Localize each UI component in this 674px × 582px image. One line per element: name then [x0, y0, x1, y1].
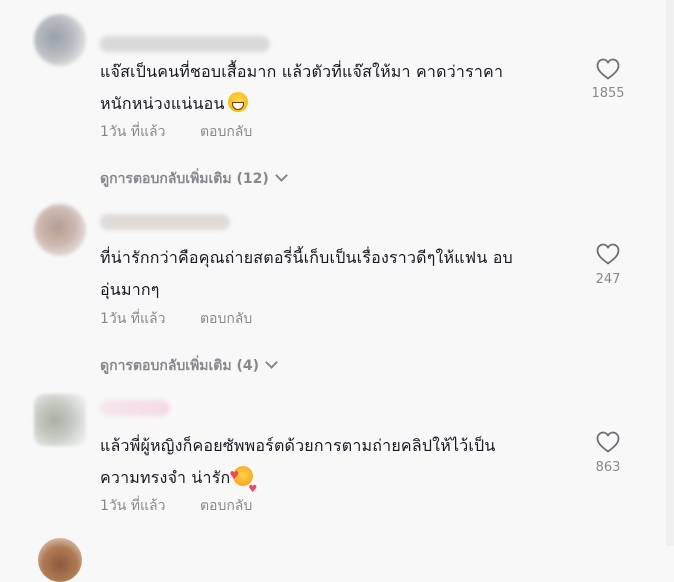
- comment-text-line1: ที่น่ารักกว่าคือคุณถ่ายสตอรี่นี้เก็บเป็น…: [100, 248, 513, 267]
- heart-outline-icon[interactable]: [596, 243, 620, 265]
- chevron-down-icon[interactable]: [274, 169, 288, 182]
- comment-time: 1วัน ที่แล้ว: [100, 124, 166, 140]
- heart-outline-icon[interactable]: [596, 431, 620, 453]
- username-blurred[interactable]: [100, 400, 170, 416]
- avatar-next-comment[interactable]: [38, 538, 82, 582]
- like-button[interactable]: 863: [584, 431, 632, 475]
- reply-button[interactable]: ตอบกลับ: [200, 496, 252, 516]
- avatar[interactable]: [34, 204, 86, 256]
- comment-meta: 1วัน ที่แล้ว ตอบกลับ: [100, 122, 252, 142]
- grinning-face-emoji-icon: [227, 92, 248, 112]
- comment-text: แล้วพี่ผู้หญิงก็คอยซัพพอร์ตด้วยการตามถ่า…: [100, 430, 580, 506]
- like-count: 1855: [591, 86, 625, 101]
- username-blurred[interactable]: [100, 36, 270, 52]
- heart-outline-icon[interactable]: [596, 58, 620, 80]
- view-more-replies-label[interactable]: ดูการตอบกลับเพิ่มเติม (12): [100, 171, 269, 187]
- avatar[interactable]: [34, 394, 86, 446]
- comment-time: 1วัน ที่แล้ว: [100, 311, 166, 327]
- avatar[interactable]: [34, 14, 86, 66]
- comment-text-line2: อุ่นมากๆ: [100, 280, 160, 299]
- comment-time: 1วัน ที่แล้ว: [100, 498, 166, 514]
- view-more-replies-button[interactable]: ดูการตอบกลับเพิ่มเติม (4): [100, 356, 278, 376]
- comment-meta: 1วัน ที่แล้ว ตอบกลับ: [100, 309, 252, 329]
- smiling-face-with-hearts-emoji-icon: [229, 460, 257, 506]
- comment-text-line2: หนักหน่วงแน่นอน: [100, 94, 225, 113]
- like-button[interactable]: 247: [584, 243, 632, 287]
- comment-text: แจ๊สเป็นคนที่ชอบเสื้อมาก แล้วตัวที่แจ๊สใ…: [100, 56, 580, 120]
- like-button[interactable]: 1855: [584, 58, 632, 101]
- comment-text-line1: แล้วพี่ผู้หญิงก็คอยซัพพอร์ตด้วยการตามถ่า…: [100, 436, 496, 455]
- like-count: 247: [595, 272, 621, 287]
- comment-text-line1: แจ๊สเป็นคนที่ชอบเสื้อมาก แล้วตัวที่แจ๊สใ…: [100, 62, 504, 81]
- comment-text: ที่น่ารักกว่าคือคุณถ่ายสตอรี่นี้เก็บเป็น…: [100, 242, 580, 306]
- chevron-down-icon[interactable]: [265, 356, 278, 369]
- username-blurred[interactable]: [100, 214, 230, 230]
- comment-meta: 1วัน ที่แล้ว ตอบกลับ: [100, 496, 252, 516]
- comment-text-line2: ความทรงจำ น่ารัก: [100, 468, 231, 487]
- view-more-replies-label[interactable]: ดูการตอบกลับเพิ่มเติม (4): [100, 358, 259, 374]
- like-count: 863: [595, 460, 621, 475]
- view-more-replies-button[interactable]: ดูการตอบกลับเพิ่มเติม (12): [100, 169, 288, 189]
- reply-button[interactable]: ตอบกลับ: [200, 309, 252, 329]
- reply-button[interactable]: ตอบกลับ: [200, 122, 252, 142]
- scrollbar-track[interactable]: [666, 0, 674, 546]
